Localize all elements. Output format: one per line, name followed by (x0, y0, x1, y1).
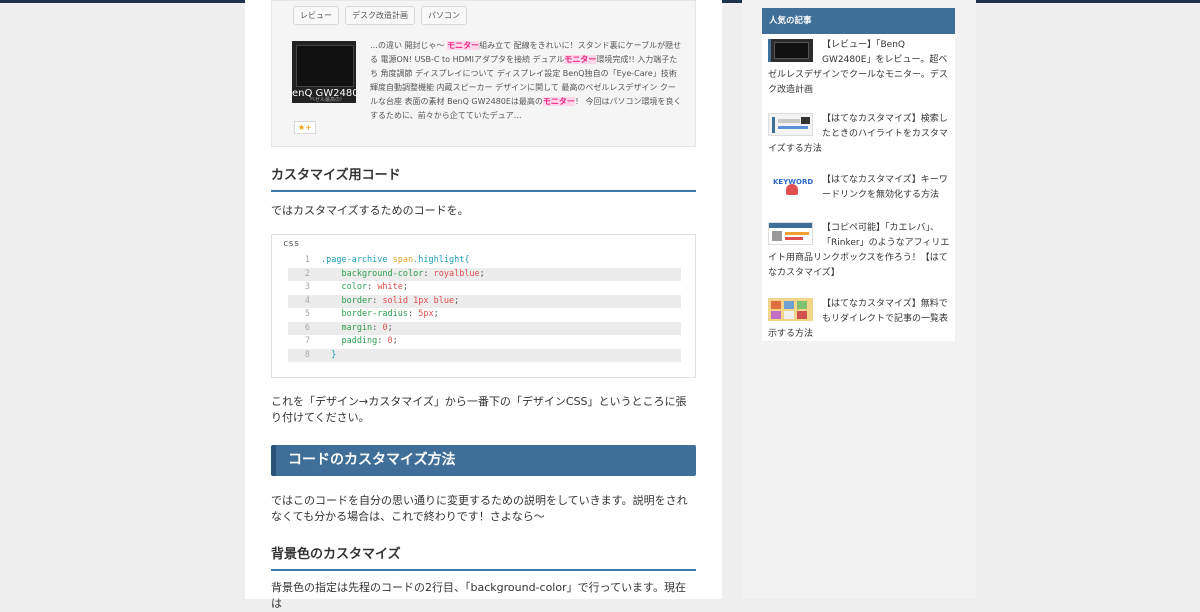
search-highlight-thumb-icon (768, 113, 813, 136)
popular-item-2[interactable]: 【はてなカスタマイズ】検索したときのハイライトをカスタマイズする方法 (768, 112, 951, 157)
list-thumb-icon (768, 298, 813, 321)
section-intro-code: ではカスタマイズするためのコードを。 (271, 204, 469, 217)
code-line: 3 color: white; (288, 281, 681, 295)
code-token: } (321, 349, 337, 360)
tag-pc[interactable]: パソコン (421, 6, 467, 25)
line-number: 3 (304, 282, 310, 292)
code-line: 4 border: solid 1px blue; (288, 294, 681, 308)
code-token: : (377, 336, 388, 346)
code-token: solid 1px blue (382, 295, 455, 306)
code-token: royalblue (433, 268, 480, 279)
code-token: : (408, 309, 419, 319)
section-title-customize: コードのカスタマイズ方法 (271, 445, 696, 476)
code-token: : (423, 268, 434, 279)
code-line: 6 margin: 0; (288, 321, 681, 335)
code-token: ; (387, 322, 393, 333)
tag-review[interactable]: レビュー (293, 6, 339, 25)
after-code-text: これを「デザイン→カスタマイズ」から一番下の「デザインCSS」というところに張り… (271, 395, 687, 424)
code-token: .highlight{ (413, 255, 470, 265)
code-line: 1 .page-archive span .highlight{ (288, 254, 681, 268)
monitor-image (296, 45, 354, 87)
monitor-thumb-icon (768, 39, 813, 62)
code-block[interactable]: css 1 .page-archive span .highlight{ 2 back… (271, 234, 696, 378)
tag-list: レビュー デスク改造計画 パソコン (293, 6, 467, 25)
line-number: 7 (304, 336, 310, 346)
code-token: margin (321, 322, 373, 333)
code-line: 2 background-color: royalblue; (288, 267, 681, 281)
code-token: ; (454, 295, 460, 306)
code-token: border-radius (321, 309, 408, 319)
code-lines: 1 .page-archive span .highlight{ 2 backgrou… (288, 254, 681, 362)
tag-desk[interactable]: デスク改造計画 (345, 6, 415, 25)
popular-articles-widget: 人気の記事 【レビュー】「BenQ GW2480E」をレビュー。超ベゼルレスデザ… (762, 8, 955, 341)
line-number: 5 (304, 309, 310, 319)
code-token: 5px (418, 309, 434, 319)
related-article-card[interactable]: レビュー デスク改造計画 パソコン enQ GW2480E ベゼル最高の! …の… (271, 0, 696, 147)
code-token: .page-archive (321, 255, 393, 265)
code-token: color (321, 282, 368, 292)
card-excerpt: …の違い 開封じゃ〜 モニター組み立て 配線をきれいに！スタンド裏にケーブルが隠… (370, 41, 682, 120)
code-token: : (372, 295, 383, 306)
star-button[interactable]: ★+ (294, 121, 316, 134)
linkbox-thumb-icon (768, 222, 813, 245)
popular-item-4[interactable]: 【コピペ可能】「カエレバ」、「Rinker」のようなアフィリエイト用商品リンクボ… (768, 221, 951, 281)
code-language-label: css (283, 239, 300, 249)
thumb-subcaption: ベゼル最高の! (310, 97, 343, 103)
code-token: span (392, 255, 414, 265)
code-token: border (321, 295, 373, 306)
code-token: : (367, 282, 378, 292)
line-number: 2 (304, 268, 310, 279)
code-token: padding (321, 336, 378, 346)
popular-item-1[interactable]: 【レビュー】「BenQ GW2480E」をレビュー。超ベゼルレスデザインでクール… (768, 38, 951, 98)
line-number: 6 (304, 322, 310, 333)
code-token: ; (479, 268, 485, 279)
widget-title: 人気の記事 (762, 8, 955, 34)
line-number: 4 (304, 295, 310, 306)
section-title-background: 背景色のカスタマイズ (271, 543, 696, 571)
code-line: 8 } (288, 348, 681, 362)
popular-item-5[interactable]: 【はてなカスタマイズ】無料でもリダイレクトで記事の一覧表示する方法 (768, 297, 951, 342)
code-line: 7 padding: 0; (288, 335, 681, 349)
line-number: 8 (304, 349, 310, 360)
section-intro-customize: ではこのコードを自分の思い通りに変更するための説明をしていきます。説明をされなく… (271, 494, 688, 523)
section-title-code: カスタマイズ用コード (271, 164, 696, 192)
popular-item-3[interactable]: KEYWORD 【はてなカスタマイズ】キーワードリンクを無効化する方法 (768, 173, 951, 203)
keyword-thumb-icon: KEYWORD (768, 174, 813, 197)
code-token: ; (433, 309, 439, 319)
card-thumbnail[interactable]: enQ GW2480E ベゼル最高の! (292, 41, 356, 103)
code-token: white (377, 282, 403, 292)
section-intro-background: 背景色の指定は先程のコードの2行目、「background-color」で行って… (271, 581, 686, 610)
code-token: ; (392, 336, 398, 346)
code-token: : (372, 322, 383, 333)
line-number: 1 (304, 255, 310, 265)
code-token: ; (402, 282, 409, 292)
code-token: background-color (321, 268, 424, 279)
popular-item-title: 【はてなカスタマイズ】キーワードリンクを無効化する方法 (822, 175, 948, 200)
code-line: 5 border-radius: 5px; (288, 308, 681, 322)
